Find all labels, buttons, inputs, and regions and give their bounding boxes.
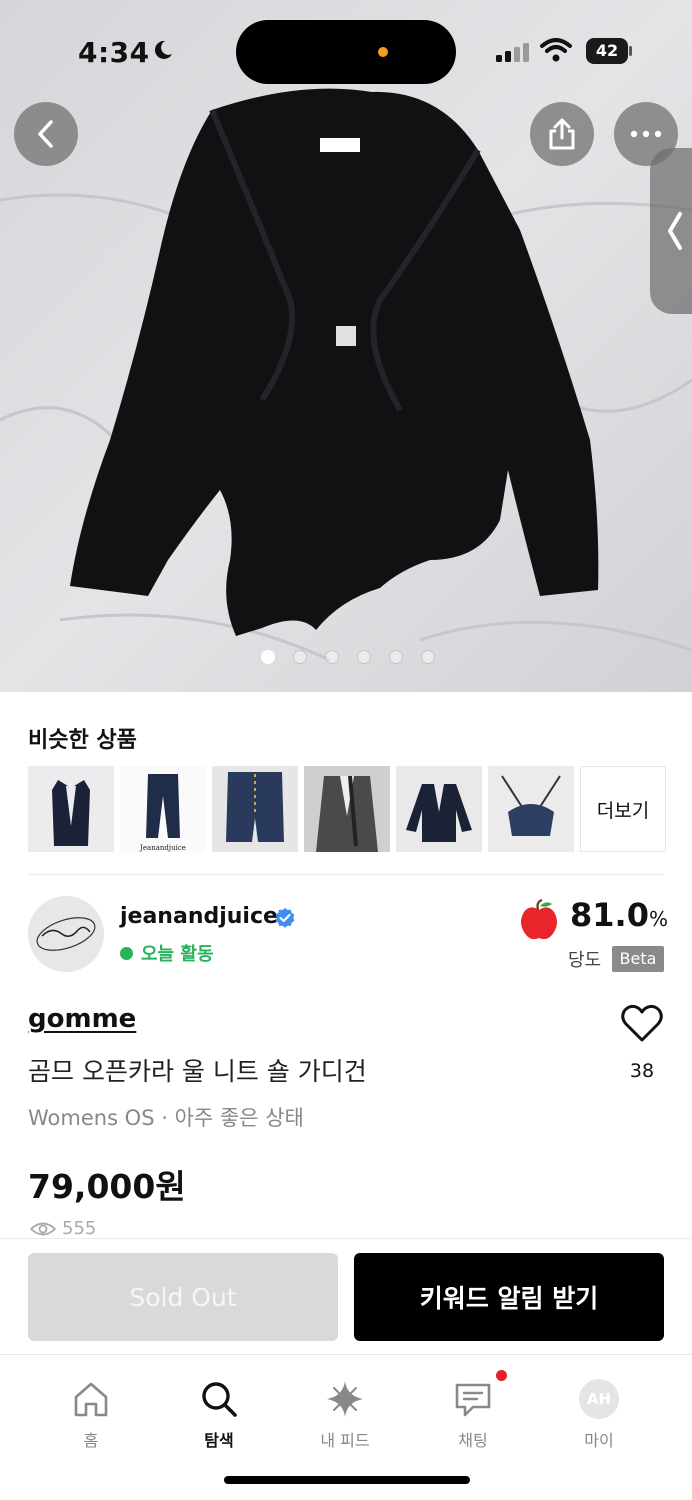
wifi-icon	[540, 38, 572, 62]
similar-item[interactable]	[212, 766, 298, 852]
moon-icon	[154, 40, 172, 59]
my-avatar: AH	[579, 1379, 619, 1419]
share-button[interactable]	[530, 102, 594, 166]
product-photo[interactable]	[0, 0, 692, 692]
battery-icon: 42	[586, 38, 632, 64]
home-indicator	[224, 1476, 470, 1484]
jeans-thumbnail: Jeanandjuice	[120, 766, 206, 852]
view-count: 555	[30, 1218, 96, 1239]
tab-home-label: 홈	[83, 1431, 99, 1450]
vest-thumbnail	[28, 766, 114, 852]
pager-dot[interactable]	[293, 650, 307, 664]
tab-search-label: 탐색	[204, 1431, 234, 1450]
side-panel-handle[interactable]	[650, 148, 692, 314]
similar-item[interactable]	[304, 766, 390, 852]
similar-item[interactable]	[28, 766, 114, 852]
status-bar: 4:34 42	[0, 0, 692, 100]
view-count-value: 555	[62, 1218, 97, 1239]
seller-logo	[28, 896, 104, 972]
cardigan-photo	[0, 0, 692, 692]
pager-dot[interactable]	[389, 650, 403, 664]
tab-my-label: 마이	[584, 1431, 614, 1450]
tab-chat-label: 채팅	[458, 1431, 488, 1450]
jacket-thumbnail	[396, 766, 482, 852]
action-bar: Sold Out 키워드 알림 받기	[0, 1238, 692, 1354]
search-icon	[202, 1382, 237, 1417]
similar-section-title: 비슷한 상품	[28, 728, 137, 753]
like-count: 38	[629, 1060, 655, 1082]
sold-out-button[interactable]: Sold Out	[28, 1253, 338, 1341]
status-time: 4:34	[78, 36, 150, 69]
keyword-alert-button[interactable]: 키워드 알림 받기	[354, 1253, 664, 1341]
back-button[interactable]	[14, 102, 78, 166]
seller-avatar[interactable]	[28, 896, 104, 972]
divider	[28, 874, 664, 875]
sweetness-score: 81.0%	[570, 896, 668, 934]
eye-icon	[30, 1222, 56, 1235]
apple-icon	[521, 898, 557, 940]
chat-notification-dot	[496, 1370, 507, 1381]
tab-chat[interactable]: 채팅	[418, 1379, 528, 1451]
similar-item[interactable]	[396, 766, 482, 852]
see-more-button[interactable]: 더보기	[580, 766, 666, 852]
sparkle-icon	[327, 1381, 363, 1417]
product-meta: Womens OS · 아주 좋은 상태	[28, 1106, 304, 1130]
tab-my[interactable]: AH 마이	[544, 1379, 654, 1451]
signal-icon	[496, 43, 529, 62]
activity-label: 오늘 활동	[141, 944, 214, 965]
similar-item[interactable]	[488, 766, 574, 852]
chevron-left-icon	[38, 120, 53, 148]
tab-home[interactable]: 홈	[36, 1379, 146, 1451]
top-thumbnail	[488, 766, 574, 852]
home-icon	[74, 1382, 108, 1417]
ellipsis-icon	[630, 130, 662, 138]
activity-status: 오늘 활동	[120, 940, 214, 966]
shorts-thumbnail	[212, 766, 298, 852]
verified-badge-icon	[275, 908, 295, 928]
beta-badge: Beta	[612, 946, 664, 972]
brand-link[interactable]: gomme	[28, 1004, 136, 1034]
pager-dot[interactable]	[261, 650, 275, 664]
photo-pager[interactable]	[0, 650, 692, 664]
chevron-left-icon	[668, 212, 682, 250]
share-icon	[549, 118, 575, 150]
pager-dot[interactable]	[357, 650, 371, 664]
chat-icon	[455, 1383, 491, 1417]
tab-search[interactable]: 탐색	[164, 1379, 274, 1451]
similar-products-list: Jeanandjuice 더보기	[28, 766, 666, 852]
similar-item[interactable]: Jeanandjuice	[120, 766, 206, 852]
svg-text:Jeanandjuice: Jeanandjuice	[139, 844, 186, 852]
pager-dot[interactable]	[325, 650, 339, 664]
tab-feed-label: 내 피드	[320, 1431, 370, 1450]
online-dot-icon	[120, 946, 133, 960]
dynamic-island	[236, 20, 456, 84]
blazer-thumbnail	[304, 766, 390, 852]
seller-name[interactable]: jeanandjuice	[120, 904, 278, 929]
product-title: 곰므 오픈카라 울 니트 숄 가디건	[28, 1057, 367, 1086]
product-price: 79,000원	[28, 1167, 186, 1206]
tab-feed[interactable]: 내 피드	[290, 1379, 400, 1451]
pager-dot[interactable]	[421, 650, 435, 664]
heart-icon[interactable]	[620, 1004, 664, 1044]
sweetness-label: 당도	[568, 950, 602, 971]
